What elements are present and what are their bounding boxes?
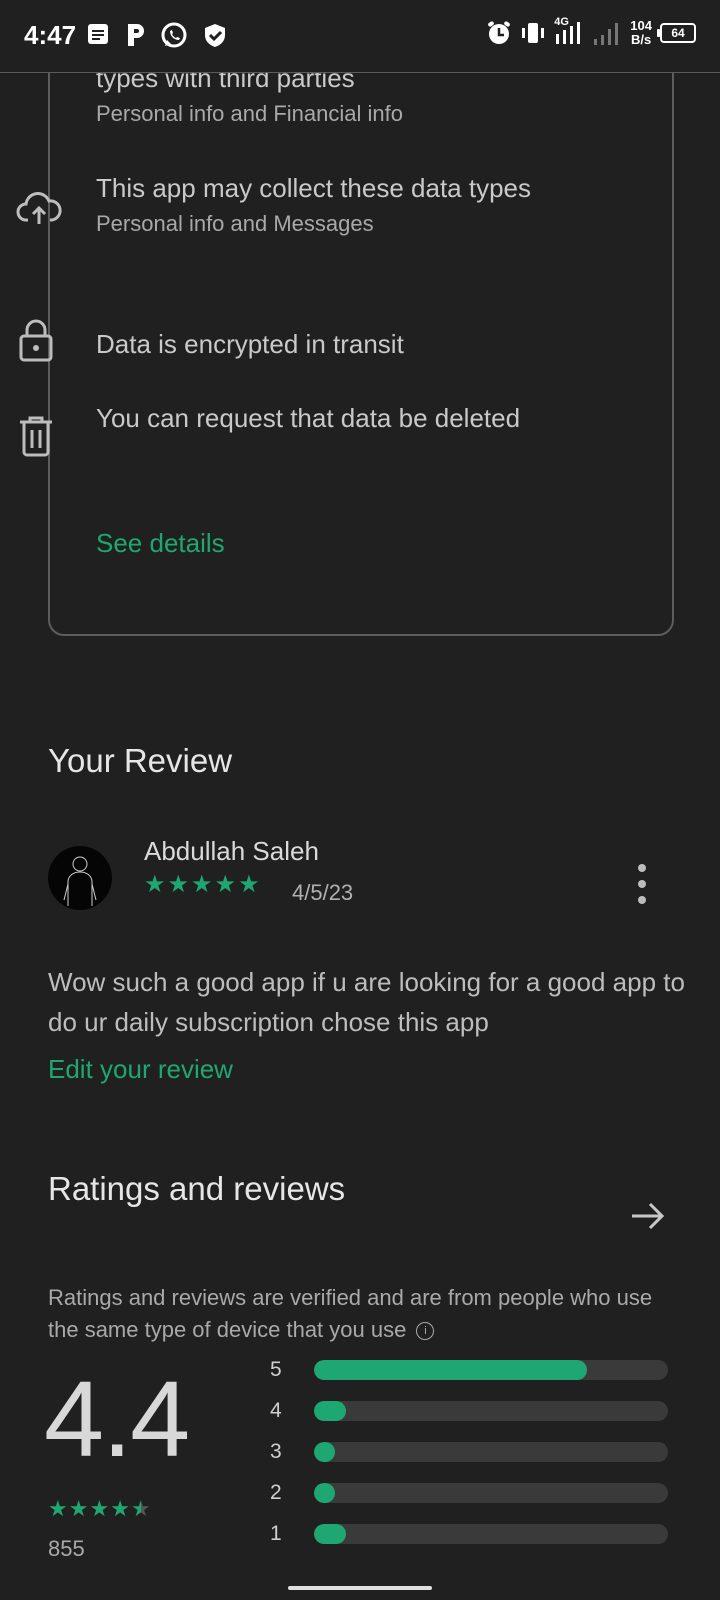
cloud-upload-icon <box>16 192 62 224</box>
ratings-note-text: Ratings and reviews are verified and are… <box>48 1285 653 1342</box>
rating-bar-fill <box>314 1524 346 1544</box>
rating-bar-row: 2 <box>270 1481 668 1505</box>
signal-weak-icon <box>594 23 619 45</box>
data-safety-item-subtitle: Personal info and Financial info <box>96 101 403 126</box>
more-options-icon[interactable] <box>630 864 654 904</box>
star-icon: ★ <box>238 871 260 898</box>
rating-bar-label: 2 <box>270 1481 282 1504</box>
status-indicators: 4G 104 B/s 64 <box>486 16 696 48</box>
your-review-heading: Your Review <box>48 742 233 779</box>
rating-bar-fill <box>314 1360 587 1380</box>
status-time: 4:47 <box>24 20 77 50</box>
rating-bar-label: 5 <box>270 1358 282 1381</box>
p-app-icon <box>128 24 144 46</box>
half-star-icon: ★ <box>130 1496 151 1521</box>
rating-bar-fill <box>314 1442 336 1462</box>
data-safety-item-subtitle: Personal info and Messages <box>96 211 374 236</box>
rating-bar-fill <box>314 1483 336 1503</box>
battery-icon: 64 <box>657 23 696 43</box>
rating-bar-track <box>314 1360 668 1380</box>
ratings-count: 855 <box>48 1536 85 1561</box>
rating-bar-track <box>314 1442 668 1462</box>
star-icon: ★ <box>214 871 237 898</box>
ratings-heading[interactable]: Ratings and reviews <box>48 1170 345 1208</box>
network-speed: 104 B/s <box>630 18 652 47</box>
shield-icon <box>205 24 225 47</box>
rating-bar-row: 3 <box>270 1440 668 1464</box>
average-rating: 4.4 <box>44 1358 190 1479</box>
signal-4g-icon: 4G <box>554 16 584 48</box>
see-details-link[interactable]: See details <box>96 528 225 559</box>
alarm-icon <box>488 21 511 44</box>
arrow-right-icon[interactable] <box>628 1196 668 1236</box>
rating-bar-row: 5 <box>270 1358 668 1382</box>
status-bar: 4:47 4G 104 B/s 64 <box>0 0 720 73</box>
rating-bar-track <box>314 1524 668 1544</box>
rating-bar-row: 1 <box>270 1522 668 1546</box>
star-icon: ★ <box>167 871 190 898</box>
data-safety-item-title: Data is encrypted in transit <box>96 329 404 359</box>
rating-bar-track <box>314 1483 668 1503</box>
notes-icon <box>88 24 108 44</box>
star-icon: ★ <box>48 1496 68 1521</box>
reviewer-name: Abdullah Saleh <box>144 836 319 866</box>
star-icon: ★ <box>110 1496 130 1521</box>
avatar[interactable] <box>48 846 112 910</box>
review-text: Wow such a good app if u are looking for… <box>48 967 685 1037</box>
vibrate-icon <box>522 23 545 43</box>
data-safety-item-encrypted: Data is encrypted in transit <box>19 319 626 364</box>
rating-bar-label: 3 <box>270 1440 282 1463</box>
trash-icon <box>20 416 52 457</box>
star-icon: ★ <box>144 871 166 898</box>
info-icon[interactable]: i <box>416 1322 435 1341</box>
home-indicator[interactable] <box>288 1586 432 1590</box>
edit-review-link[interactable]: Edit your review <box>48 1054 233 1085</box>
star-icon: ★ <box>89 1496 110 1521</box>
rating-bar-fill <box>314 1401 346 1421</box>
data-safety-item-title: You can request that data be deleted <box>96 403 521 433</box>
whatsapp-icon <box>161 22 187 48</box>
review-date: 4/5/23 <box>292 880 354 905</box>
rating-bar-label: 4 <box>270 1399 282 1422</box>
rating-bar-track <box>314 1401 668 1421</box>
rating-bar-row: 4 <box>270 1399 668 1423</box>
profile-photo <box>63 856 97 906</box>
lock-icon <box>19 319 53 362</box>
ratings-note: Ratings and reviews are verified and are… <box>48 1282 678 1346</box>
review-stars: ★ ★ ★ ★ ★ <box>144 872 260 898</box>
average-stars: ★ ★ ★ ★ ★ <box>48 1496 151 1522</box>
star-icon: ★ <box>191 871 213 898</box>
rating-bar-label: 1 <box>270 1522 282 1545</box>
data-safety-item-delete: You can request that data be deleted <box>20 398 626 457</box>
data-safety-item-collect: This app may collect these data types Pe… <box>16 168 626 240</box>
data-safety-item-title: This app may collect these data types <box>96 173 532 203</box>
star-icon: ★ <box>68 1496 89 1521</box>
